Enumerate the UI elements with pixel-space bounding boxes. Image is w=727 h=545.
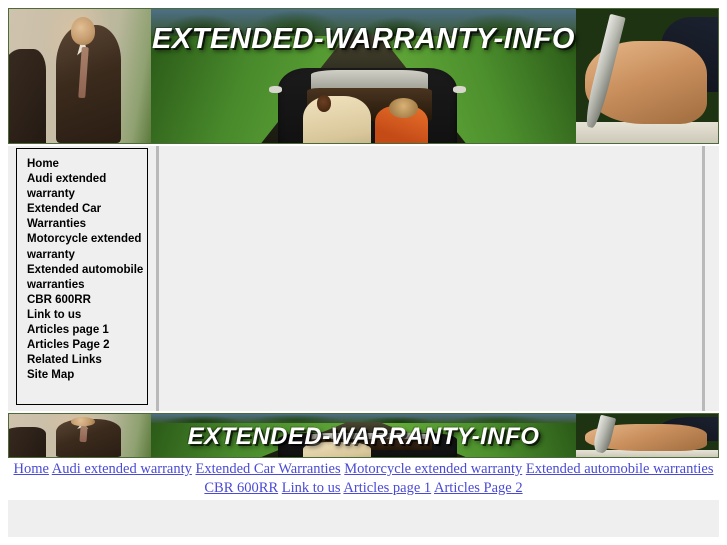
footer-link-audi-extended-warranty[interactable]: Audi extended warranty <box>52 461 192 477</box>
page-bottom-filler <box>8 500 719 537</box>
banner-car-passenger-head <box>389 97 418 118</box>
footer-link-articles-page-2[interactable]: Articles Page 2 <box>434 480 523 496</box>
footer-banner: EXTENDED-WARRANTY-INFO <box>8 413 719 458</box>
sidebar-item-site-map[interactable]: Site Map <box>27 368 147 383</box>
footer-banner-title: EXTENDED-WARRANTY-INFO <box>187 423 540 450</box>
header-banner-title: EXTENDED-WARRANTY-INFO <box>152 23 575 55</box>
sidebar-nav-list: Home Audi extended warranty Extended Car… <box>17 149 147 383</box>
sidebar-item-link-to-us[interactable]: Link to us <box>27 308 147 323</box>
footer-link-motorcycle-extended-warranty[interactable]: Motorcycle extended warranty <box>344 461 522 477</box>
sidebar-item-related-links[interactable]: Related Links <box>27 353 147 368</box>
sidebar-item-extended-car-warranties[interactable]: Extended Car Warranties <box>27 202 147 232</box>
footer-link-extended-automobile-warranties[interactable]: Extended automobile warranties <box>526 461 714 477</box>
footer-link-extended-car-warranties[interactable]: Extended Car Warranties <box>196 461 341 477</box>
right-column-divider <box>702 146 705 411</box>
page-root: EXTENDED-WARRANTY-INFO Home Audi extende… <box>0 0 727 545</box>
banner-car-driver <box>303 95 372 143</box>
sidebar-item-home[interactable]: Home <box>27 157 147 172</box>
sidebar-item-articles-page-2[interactable]: Articles Page 2 <box>27 338 147 353</box>
sidebar-item-cbr-600rr[interactable]: CBR 600RR <box>27 293 147 308</box>
banner-signing-paper <box>576 121 718 143</box>
sidebar-item-audi-extended-warranty[interactable]: Audi extended warranty <box>27 172 147 202</box>
footer-link-cbr-600rr[interactable]: CBR 600RR <box>204 480 278 496</box>
footer-nav: Home Audi extended warranty Extended Car… <box>8 458 719 497</box>
sidebar-item-extended-automobile-warranties[interactable]: Extended automobile warranties <box>27 263 147 293</box>
footer-link-home[interactable]: Home <box>14 461 49 477</box>
main-region: Home Audi extended warranty Extended Car… <box>8 146 719 411</box>
content-pane <box>159 146 702 411</box>
footer-link-link-to-us[interactable]: Link to us <box>282 480 341 496</box>
footer-link-articles-page-1[interactable]: Articles page 1 <box>343 480 431 496</box>
sidebar-item-motorcycle-extended-warranty[interactable]: Motorcycle extended warranty <box>27 232 147 262</box>
sidebar: Home Audi extended warranty Extended Car… <box>16 148 148 405</box>
banner-car-mirror-left <box>269 86 282 93</box>
banner-car-driver-head <box>316 95 331 112</box>
banner-car-mirror-right <box>453 86 466 93</box>
banner-car <box>269 67 466 143</box>
header-banner: EXTENDED-WARRANTY-INFO <box>8 8 719 144</box>
sidebar-item-articles-page-1[interactable]: Articles page 1 <box>27 323 147 338</box>
